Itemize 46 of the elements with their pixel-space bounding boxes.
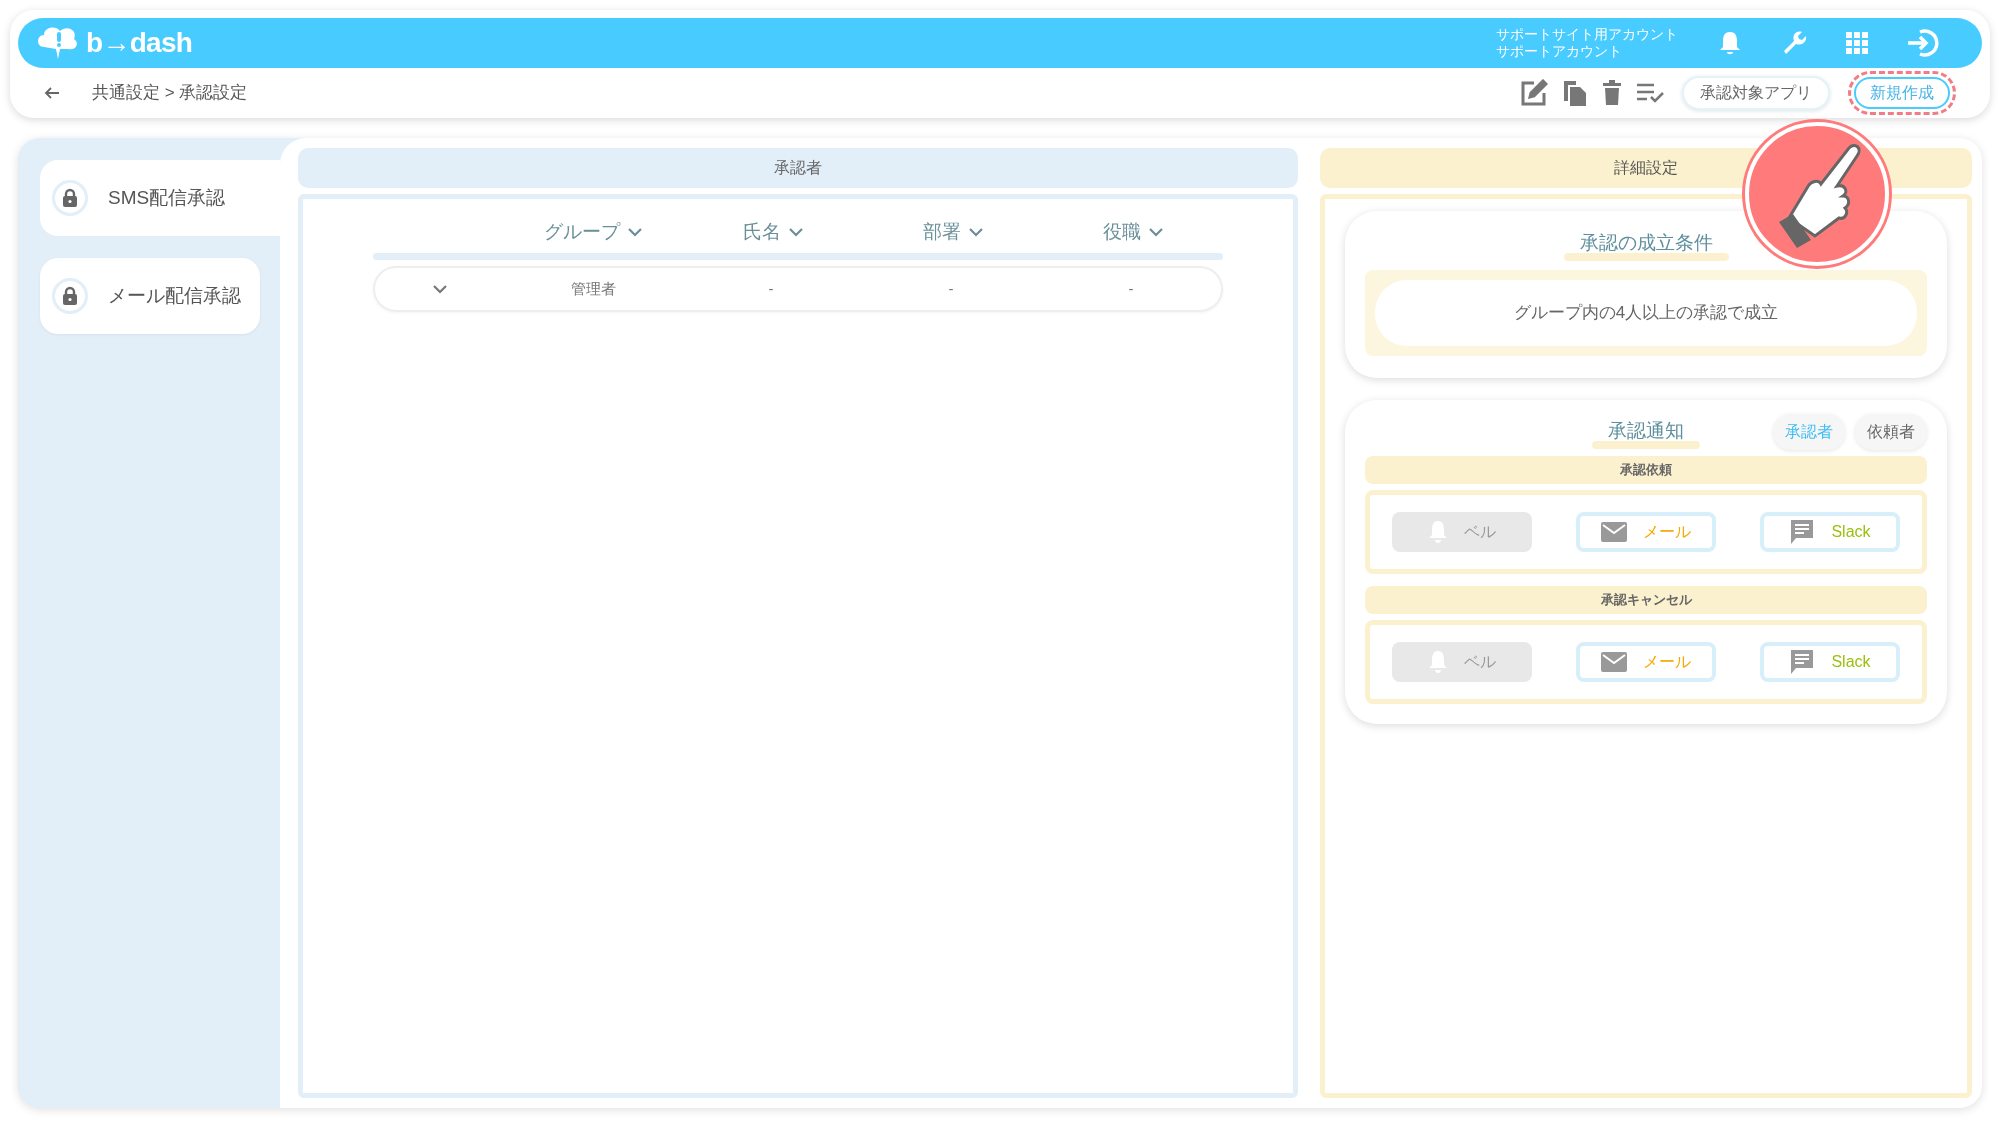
lock-icon: [52, 180, 88, 216]
channel-button[interactable]: Slack: [1760, 641, 1900, 682]
channel-button[interactable]: メール: [1576, 641, 1716, 682]
toggle-tab[interactable]: 承認者: [1773, 413, 1845, 450]
table-row[interactable]: 管理者 - - -: [373, 266, 1223, 312]
checklist-icon[interactable]: [1636, 82, 1664, 104]
edit-icon[interactable]: [1520, 79, 1548, 107]
section-header: 承認キャンセル: [1365, 585, 1927, 614]
trash-icon[interactable]: [1602, 80, 1622, 106]
approval-apps-button[interactable]: 承認対象アプリ: [1682, 76, 1830, 110]
copy-icon[interactable]: [1562, 79, 1588, 107]
table-cell-text: -: [768, 278, 774, 299]
column-header[interactable]: 部署: [863, 217, 1043, 247]
channel-button[interactable]: メール: [1576, 511, 1716, 552]
panel-header: 承認者: [298, 148, 1298, 188]
new-button[interactable]: 新規作成: [1854, 77, 1950, 109]
chevron-icon: [1149, 227, 1163, 237]
table-cell-text: 管理者: [570, 278, 616, 299]
chevron-icon: [969, 227, 983, 237]
table-cell-text: -: [948, 278, 954, 299]
chevron-icon[interactable]: [433, 284, 447, 294]
account-name: サポートサイト用アカウント サポートアカウント: [1496, 26, 1678, 60]
section-title: 承認通知: [1608, 420, 1684, 442]
breadcrumb: 共通設定 > 承認設定: [92, 82, 248, 105]
chat-bubble-icon: [1789, 518, 1816, 545]
toggle-tab[interactable]: 依頼者: [1855, 413, 1927, 450]
column-header[interactable]: グループ: [503, 217, 683, 247]
condition-text: グループ内の4人以上の承認で成立: [1375, 279, 1917, 346]
column-header[interactable]: 氏名: [683, 217, 863, 247]
chat-bubble-icon: [1789, 648, 1816, 675]
channel-button[interactable]: ベル: [1392, 641, 1532, 682]
sidebar-item[interactable]: メール配信承認: [40, 258, 260, 334]
lock-icon: [52, 278, 88, 314]
chevron-icon: [628, 227, 642, 237]
channel-button[interactable]: ベル: [1392, 511, 1532, 552]
section-header: 承認依頼: [1365, 455, 1927, 484]
envelope-icon: [1601, 521, 1627, 542]
section-title: 承認の成立条件: [1579, 232, 1713, 253]
column-header[interactable]: 役職: [1043, 217, 1223, 247]
channel-button[interactable]: Slack: [1760, 511, 1900, 552]
chevron-icon: [789, 227, 803, 237]
sidebar-item[interactable]: SMS配信承認: [40, 160, 280, 236]
back-arrow-icon[interactable]: [44, 86, 60, 100]
table-cell-text: -: [1128, 278, 1134, 299]
envelope-icon: [1601, 651, 1627, 672]
logo-text: b→dash: [86, 26, 193, 60]
